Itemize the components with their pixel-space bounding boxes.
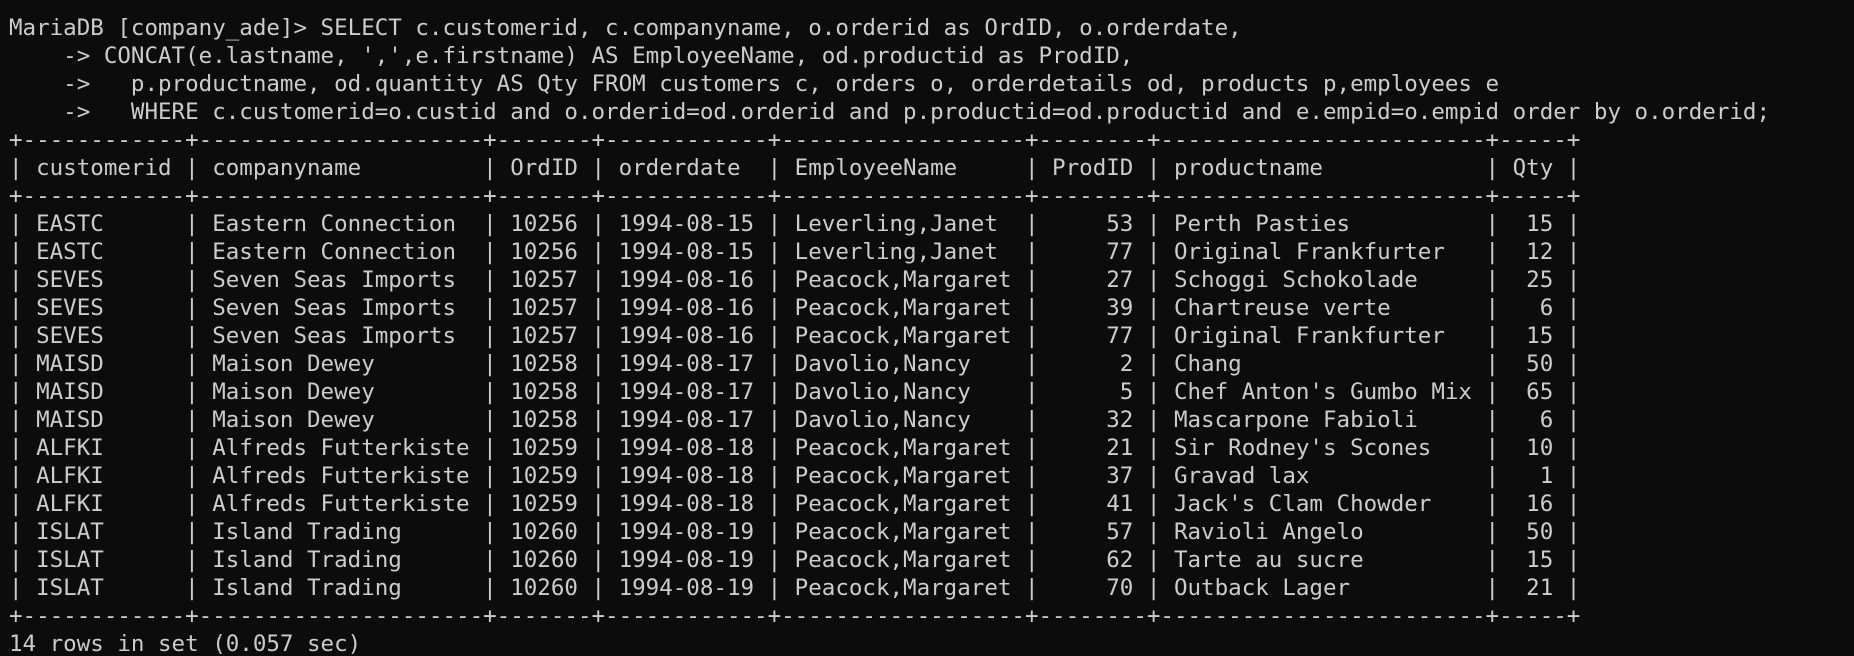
table-row: | SEVES | Seven Seas Imports | 10257 | 1… [9,323,1581,349]
table-row: | ISLAT | Island Trading | 10260 | 1994-… [9,575,1581,601]
scrolled-off-line [9,0,1854,14]
table-header: | customerid | companyname | OrdID | ord… [9,155,1581,181]
table-border-header: +------------+---------------------+----… [9,183,1581,209]
continuation-line: -> CONCAT(e.lastname, ',',e.firstname) A… [9,43,1134,69]
continuation-line: -> p.productname, od.quantity AS Qty FRO… [9,71,1500,97]
table-row: | EASTC | Eastern Connection | 10256 | 1… [9,211,1581,237]
table-row: | MAISD | Maison Dewey | 10258 | 1994-08… [9,379,1581,405]
table-row: | ALFKI | Alfreds Futterkiste | 10259 | … [9,435,1581,461]
table-row: | MAISD | Maison Dewey | 10258 | 1994-08… [9,407,1581,433]
terminal-output: MariaDB [company_ade]> SELECT c.customer… [9,14,1854,656]
table-row: | MAISD | Maison Dewey | 10258 | 1994-08… [9,351,1581,377]
continuation-line: -> WHERE c.customerid=o.custid and o.ord… [9,99,1770,125]
table-row: | ALFKI | Alfreds Futterkiste | 10259 | … [9,491,1581,517]
table-border-bottom: +------------+---------------------+----… [9,603,1581,629]
terminal-window[interactable]: MariaDB [company_ade]> SELECT c.customer… [0,0,1854,656]
table-row: | ISLAT | Island Trading | 10260 | 1994-… [9,547,1581,573]
table-border-top: +------------+---------------------+----… [9,127,1581,153]
prompt-line: MariaDB [company_ade]> SELECT c.customer… [9,15,1242,41]
result-summary: 14 rows in set (0.057 sec) [9,631,362,656]
table-row: | SEVES | Seven Seas Imports | 10257 | 1… [9,267,1581,293]
table-row: | ISLAT | Island Trading | 10260 | 1994-… [9,519,1581,545]
table-row: | SEVES | Seven Seas Imports | 10257 | 1… [9,295,1581,321]
table-row: | EASTC | Eastern Connection | 10256 | 1… [9,239,1581,265]
table-row: | ALFKI | Alfreds Futterkiste | 10259 | … [9,463,1581,489]
